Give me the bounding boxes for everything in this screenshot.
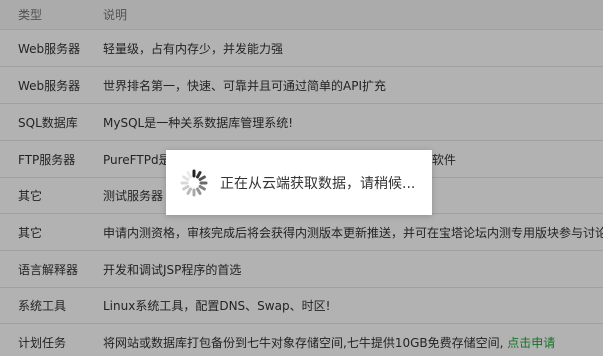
loading-dialog: 正在从云端获取数据，请稍候... xyxy=(166,150,432,215)
loading-text: 正在从云端获取数据，请稍候... xyxy=(220,175,416,192)
spinner-icon xyxy=(178,167,210,199)
